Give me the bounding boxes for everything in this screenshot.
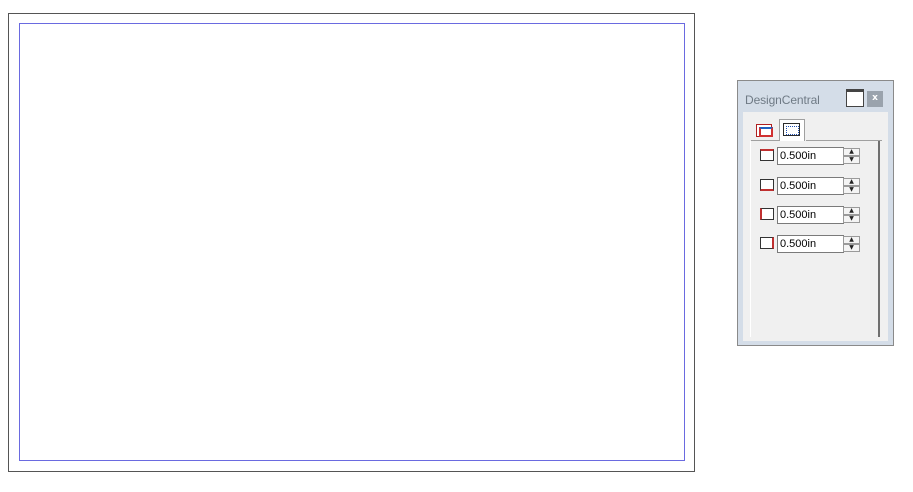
top-margin-spin-down[interactable]: ▼: [843, 156, 860, 164]
restore-button[interactable]: [846, 89, 864, 107]
margin-row-top: ▲ ▼: [760, 145, 870, 165]
margins-panel: ▲ ▼ ▲ ▼ ▲ ▼ ▲ ▼: [750, 140, 882, 337]
page-canvas[interactable]: [8, 13, 695, 472]
right-margin-spin-up[interactable]: ▲: [843, 236, 860, 244]
page-layout-icon: [756, 124, 773, 137]
left-margin-spin-down[interactable]: ▼: [843, 215, 860, 223]
top-margin-icon: [760, 149, 774, 161]
tab-page-layout[interactable]: [755, 119, 775, 141]
margin-row-right: ▲ ▼: [760, 233, 870, 253]
margin-row-bottom: ▲ ▼: [760, 175, 870, 195]
palette-title: DesignCentral: [745, 93, 820, 107]
top-margin-spin-up[interactable]: ▲: [843, 148, 860, 156]
margins-icon: [783, 123, 800, 136]
right-margin-spin-down[interactable]: ▼: [843, 244, 860, 252]
right-margin-icon: [760, 237, 774, 249]
margin-row-left: ▲ ▼: [760, 204, 870, 224]
close-button[interactable]: x: [867, 91, 883, 107]
bottom-margin-icon: [760, 179, 774, 191]
left-margin-spin-up[interactable]: ▲: [843, 207, 860, 215]
left-margin-input[interactable]: [777, 206, 844, 224]
top-margin-input[interactable]: [777, 147, 844, 165]
designcentral-palette[interactable]: DesignCentral x ▲ ▼ ▲ ▼: [737, 80, 894, 346]
margin-guide: [19, 23, 685, 461]
bottom-margin-input[interactable]: [777, 177, 844, 195]
bottom-margin-spin-down[interactable]: ▼: [843, 186, 860, 194]
tab-margins[interactable]: [779, 119, 805, 142]
right-margin-input[interactable]: [777, 235, 844, 253]
bottom-margin-spin-up[interactable]: ▲: [843, 178, 860, 186]
palette-body: ▲ ▼ ▲ ▼ ▲ ▼ ▲ ▼: [743, 112, 888, 341]
left-margin-icon: [760, 208, 774, 220]
